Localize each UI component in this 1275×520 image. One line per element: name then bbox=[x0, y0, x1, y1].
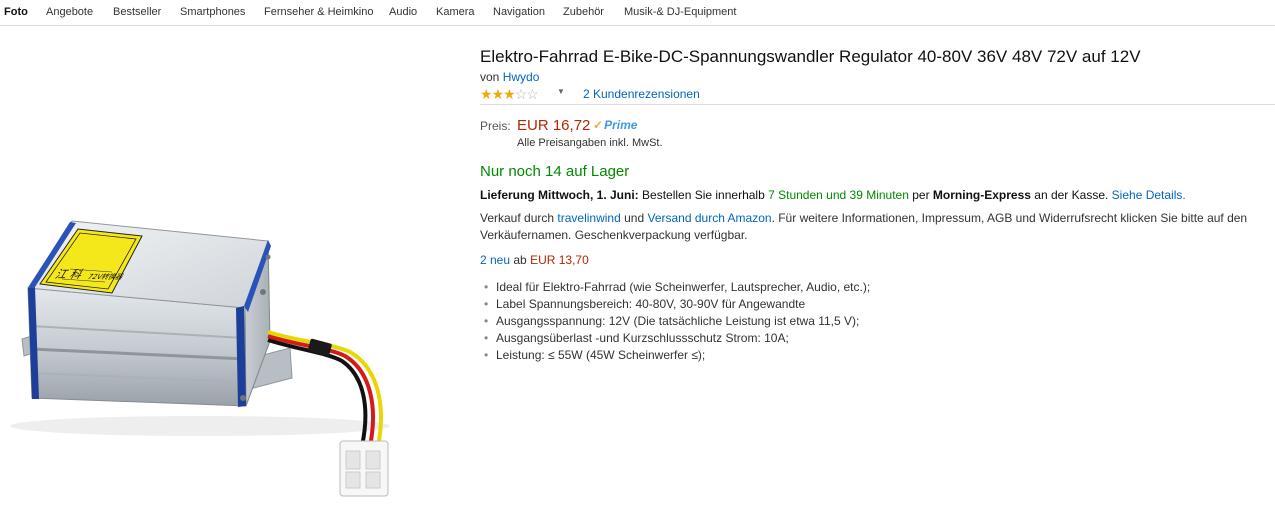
chevron-down-icon[interactable]: ▼ bbox=[557, 87, 565, 96]
other-offers: 2 neu ab EUR 13,70 bbox=[480, 253, 589, 267]
nav-item-kamera[interactable]: Kamera bbox=[436, 6, 475, 18]
star-empty-icon: ☆ bbox=[526, 86, 539, 102]
stock-status: Nur noch 14 auf Lager bbox=[480, 163, 630, 180]
nav-item-audio[interactable]: Audio bbox=[389, 6, 417, 18]
nav-item-smartphones[interactable]: Smartphones bbox=[180, 6, 245, 18]
delivery-text-2: per bbox=[912, 188, 930, 202]
nav-item-fernseher[interactable]: Fernseher & Heimkino bbox=[264, 6, 373, 18]
delivery-countdown: 7 Stunden und 39 Minuten bbox=[768, 188, 909, 202]
byline-prefix: von bbox=[480, 70, 500, 84]
reviews-link[interactable]: 2 Kundenrezensionen bbox=[583, 87, 700, 101]
prime-label: Prime bbox=[604, 118, 638, 132]
star-icon: ★ bbox=[503, 86, 516, 102]
category-nav-bar: Foto Angebote Bestseller Smartphones Fer… bbox=[0, 0, 1275, 26]
delivery-text-1: Bestellen Sie innerhalb bbox=[642, 188, 765, 202]
label-text: 72V转换器 bbox=[86, 272, 126, 281]
prime-check-icon: ✓ bbox=[593, 118, 604, 132]
nav-item-musik-dj[interactable]: Musik-& DJ-Equipment bbox=[624, 6, 736, 18]
divider bbox=[480, 104, 1275, 105]
star-icon: ★ bbox=[480, 86, 493, 102]
price-value: EUR 16,72 bbox=[517, 117, 591, 134]
seller-info: Verkauf durch travelinwind und Versand d… bbox=[480, 210, 1270, 244]
seller-and: und bbox=[624, 211, 645, 225]
seller-prefix: Verkauf durch bbox=[480, 211, 555, 225]
price-label: Preis: bbox=[480, 119, 511, 133]
offers-from: ab bbox=[513, 253, 527, 267]
voltage-converter-image: 江 科 72V转换器 bbox=[10, 220, 390, 497]
seller-link[interactable]: travelinwind bbox=[557, 211, 620, 225]
nav-item-bestseller[interactable]: Bestseller bbox=[113, 6, 161, 18]
star-empty-icon: ☆ bbox=[514, 86, 528, 102]
product-image[interactable]: 江 科 72V转换器 bbox=[0, 26, 470, 515]
star-rating[interactable]: ★★★☆☆ bbox=[480, 86, 539, 103]
delivery-text-3: an der Kasse. bbox=[1034, 188, 1109, 202]
offers-price: EUR 13,70 bbox=[530, 253, 589, 267]
delivery-method: Morning-Express bbox=[932, 188, 1031, 202]
nav-item-navigation[interactable]: Navigation bbox=[493, 6, 545, 18]
delivery-lead: Lieferung Mittwoch, 1. Juni: bbox=[480, 188, 639, 202]
feature-bullet: Leistung: ≤ 55W (45W Scheinwerfer ≤); bbox=[480, 347, 870, 364]
delivery-info: Lieferung Mittwoch, 1. Juni: Bestellen S… bbox=[480, 188, 1186, 202]
brand-link[interactable]: Hwydo bbox=[503, 70, 540, 84]
new-offers-link[interactable]: 2 neu bbox=[480, 253, 510, 267]
feature-bullet: Ausgangsspannung: 12V (Die tatsächliche … bbox=[480, 313, 870, 330]
nav-item-angebote[interactable]: Angebote bbox=[46, 6, 93, 18]
nav-item-foto[interactable]: Foto bbox=[4, 6, 28, 18]
product-title: Elektro-Fahrrad E-Bike-DC-Spannungswandl… bbox=[480, 47, 1141, 66]
star-icon: ★ bbox=[491, 86, 505, 102]
fulfillment-link[interactable]: Versand durch Amazon bbox=[647, 211, 771, 225]
prime-badge: ✓Prime bbox=[593, 118, 637, 132]
feature-bullet: Label Spannungsbereich: 40-80V, 30-90V f… bbox=[480, 296, 870, 313]
nav-item-zubehoer[interactable]: Zubehör bbox=[563, 6, 604, 18]
byline: von Hwydo bbox=[480, 70, 539, 84]
feature-bullets: Ideal für Elektro-Fahrrad (wie Scheinwer… bbox=[480, 279, 870, 364]
feature-bullet: Ideal für Elektro-Fahrrad (wie Scheinwer… bbox=[480, 279, 870, 296]
vat-note: Alle Preisangaben inkl. MwSt. bbox=[517, 137, 663, 149]
feature-bullet: Ausgangsüberlast -und Kurzschlussschutz … bbox=[480, 330, 870, 347]
delivery-details-link[interactable]: Siehe Details. bbox=[1112, 188, 1186, 202]
